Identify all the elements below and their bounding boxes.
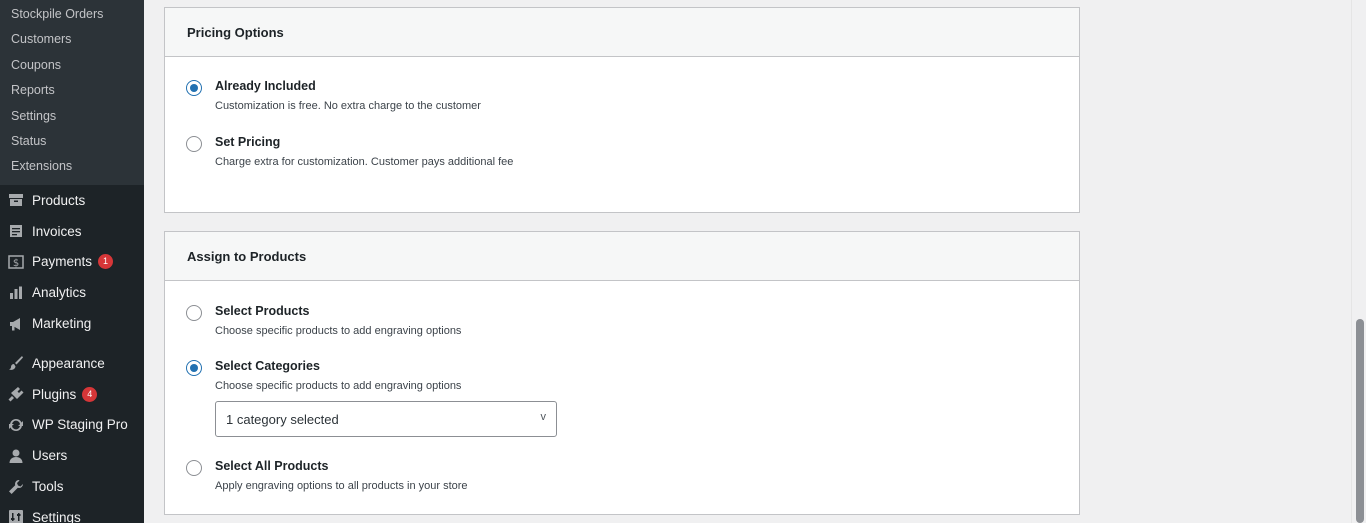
sidebar-item-invoices[interactable]: Invoices: [0, 216, 144, 247]
radio-set-pricing[interactable]: [186, 136, 202, 152]
pricing-options-title: Pricing Options: [165, 8, 1079, 57]
sidebar-item-settings[interactable]: Settings: [0, 502, 144, 523]
option-description: Choose specific products to add engravin…: [215, 325, 462, 337]
option-label: Already Included: [215, 79, 316, 93]
option-label: Select Categories: [215, 359, 320, 373]
sidebar-item-plugins[interactable]: Plugins 4: [0, 379, 144, 410]
submenu-item-extensions[interactable]: Extensions: [0, 154, 144, 179]
page-scrollbar[interactable]: [1351, 0, 1366, 523]
option-description: Choose specific products to add engravin…: [215, 380, 462, 392]
radio-select-categories[interactable]: [186, 360, 202, 376]
sidebar-item-label: Settings: [32, 509, 81, 523]
sidebar-item-label: Tools: [32, 479, 64, 495]
sidebar-item-marketing[interactable]: Marketing: [0, 308, 144, 339]
option-description: Charge extra for customization. Customer…: [215, 156, 514, 168]
sidebar-item-products[interactable]: Products: [0, 185, 144, 216]
option-label: Set Pricing: [215, 135, 281, 149]
option-label: Select Products: [215, 304, 310, 318]
sidebar-item-label: WP Staging Pro: [32, 417, 128, 433]
paintbrush-icon: [7, 354, 25, 372]
settings-icon: [7, 508, 25, 523]
submenu-item-settings[interactable]: Settings: [0, 104, 144, 129]
sidebar-item-analytics[interactable]: Analytics: [0, 277, 144, 308]
assign-products-panel: Assign to Products Select Products Choos…: [164, 231, 1080, 515]
sync-icon: [7, 416, 25, 434]
sidebar-item-appearance[interactable]: Appearance: [0, 348, 144, 379]
submenu-item-status[interactable]: Status: [0, 129, 144, 154]
bar-chart-icon: [7, 284, 25, 302]
category-select-value: 1 category selected: [226, 411, 339, 427]
scrollbar-thumb[interactable]: [1356, 319, 1364, 523]
sidebar-item-label: Plugins: [32, 386, 77, 402]
wrench-icon: [7, 478, 25, 496]
submenu-item-coupons[interactable]: Coupons: [0, 53, 144, 78]
submenu-item-reports[interactable]: Reports: [0, 78, 144, 103]
invoice-icon: [7, 222, 25, 240]
assign-products-title: Assign to Products: [165, 232, 1079, 281]
sidebar-item-label: Invoices: [32, 223, 82, 239]
option-description: Customization is free. No extra charge t…: [215, 100, 481, 112]
dollar-icon: $: [7, 253, 25, 271]
svg-text:$: $: [13, 258, 19, 269]
admin-sidebar: Stockpile Orders Customers Coupons Repor…: [0, 0, 144, 523]
menu-separator: [0, 339, 144, 348]
sidebar-item-label: Products: [32, 192, 86, 208]
megaphone-icon: [7, 315, 25, 333]
plugins-count-badge: 4: [82, 386, 98, 402]
pricing-options-panel: Pricing Options Already Included Customi…: [164, 7, 1080, 213]
plug-icon: [7, 385, 25, 403]
option-description: Apply engraving options to all products …: [215, 480, 468, 492]
sidebar-item-users[interactable]: Users: [0, 440, 144, 471]
admin-menu: Products Invoices $ Payments 1 Analytics: [0, 185, 144, 523]
option-label: Select All Products: [215, 459, 329, 473]
sidebar-item-label: Analytics: [32, 285, 87, 301]
sidebar-item-label: Payments: [32, 254, 93, 270]
sidebar-item-tools[interactable]: Tools: [0, 471, 144, 502]
user-icon: [7, 447, 25, 465]
sidebar-item-payments[interactable]: $ Payments 1: [0, 247, 144, 278]
sidebar-item-wp-staging-pro[interactable]: WP Staging Pro: [0, 410, 144, 441]
woocommerce-submenu: Stockpile Orders Customers Coupons Repor…: [0, 0, 144, 185]
submenu-item-stockpile-orders[interactable]: Stockpile Orders: [0, 2, 144, 27]
radio-already-included[interactable]: [186, 80, 202, 96]
sidebar-item-label: Marketing: [32, 316, 92, 332]
archive-icon: [7, 191, 25, 209]
chevron-down-icon: v: [540, 411, 547, 423]
radio-select-all-products[interactable]: [186, 460, 202, 476]
sidebar-item-label: Users: [32, 448, 68, 464]
category-select-dropdown[interactable]: 1 category selected v: [215, 401, 557, 437]
submenu-item-customers[interactable]: Customers: [0, 27, 144, 52]
sidebar-item-label: Appearance: [32, 355, 105, 371]
payments-count-badge: 1: [98, 254, 114, 270]
radio-select-products[interactable]: [186, 305, 202, 321]
